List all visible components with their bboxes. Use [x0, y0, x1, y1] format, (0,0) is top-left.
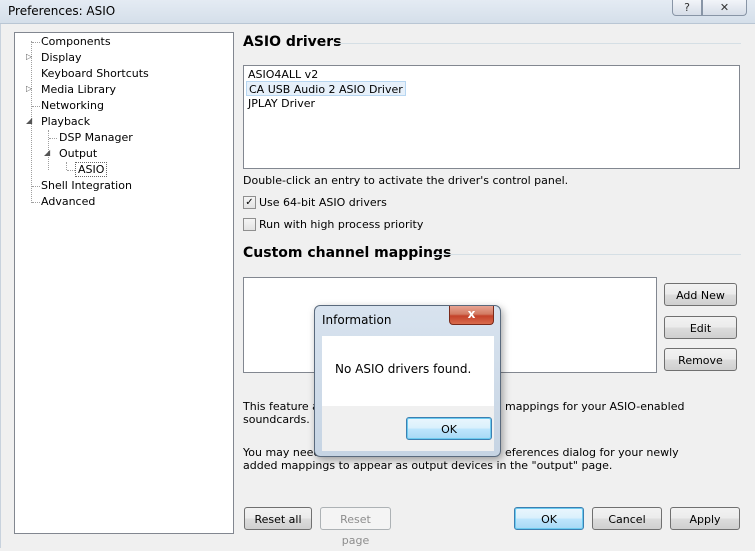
tree-item-shell-integration[interactable]: Shell Integration [39, 178, 134, 194]
use-64bit-checkbox[interactable]: ✓ [243, 196, 256, 209]
window-title: Preferences: ASIO [8, 4, 116, 18]
tree-item-label: Display [41, 51, 82, 64]
check-icon: ✓ [245, 197, 254, 208]
list-item-selected[interactable]: CA USB Audio 2 ASIO Driver [246, 81, 406, 96]
info-text-1: This feature all [243, 400, 326, 413]
tree-item-networking[interactable]: Networking [39, 98, 106, 114]
window-close-button[interactable]: ✕ [702, 0, 747, 16]
tree-item-media-library[interactable]: Media Library [39, 82, 118, 98]
tree-item-playback[interactable]: Playback [39, 114, 92, 130]
tree-item-components[interactable]: Components [39, 34, 113, 50]
tree-item-label: Keyboard Shortcuts [41, 67, 149, 80]
preferences-tree[interactable]: Components ▷ Display Keyboard Shortcuts … [14, 32, 234, 534]
close-icon: ✕ [719, 1, 730, 14]
asio-drivers-heading: ASIO drivers [243, 34, 342, 50]
window-titlebar: Preferences: ASIO ? ✕ [0, 0, 755, 24]
info-text-1-line2: soundcards. [243, 413, 310, 426]
expand-arrow-icon[interactable]: ▷ [26, 84, 36, 93]
help-icon: ? [684, 1, 690, 14]
tree-branch [67, 170, 75, 171]
tree-item-label: Advanced [41, 195, 96, 208]
driver-hint-text: Double-click an entry to activate the dr… [243, 174, 569, 187]
high-priority-label[interactable]: Run with high process priority [259, 218, 423, 231]
add-new-button[interactable]: Add New [664, 283, 737, 306]
dialog-message: No ASIO drivers found. [335, 362, 472, 376]
section-divider [338, 43, 741, 44]
high-priority-checkbox[interactable] [243, 218, 256, 231]
tree-item-label: Components [41, 35, 111, 48]
cancel-button[interactable]: Cancel [592, 507, 662, 530]
dialog-title: Information [322, 313, 392, 327]
list-item[interactable]: ASIO4ALL v2 [246, 67, 320, 82]
tree-item-label: DSP Manager [59, 131, 133, 144]
remove-button[interactable]: Remove [664, 348, 737, 371]
tree-item-label: Media Library [41, 83, 116, 96]
apply-button[interactable]: Apply [670, 507, 740, 530]
information-dialog: Information x No ASIO drivers found. OK [314, 305, 501, 457]
section-divider [434, 254, 741, 255]
tree-item-keyboard-shortcuts[interactable]: Keyboard Shortcuts [39, 66, 151, 82]
tree-item-label: Output [59, 147, 98, 160]
tree-item-asio[interactable]: ASIO [75, 162, 108, 178]
dialog-body: No ASIO drivers found. [322, 336, 494, 406]
tree-item-label: ASIO [75, 162, 108, 177]
ok-button[interactable]: OK [514, 507, 584, 530]
edit-button[interactable]: Edit [664, 316, 737, 339]
tree-item-display[interactable]: Display [39, 50, 84, 66]
asio-driver-list[interactable]: ASIO4ALL v2 CA USB Audio 2 ASIO Driver J… [243, 65, 740, 169]
help-button[interactable]: ? [672, 0, 702, 16]
tree-item-label: Shell Integration [41, 179, 132, 192]
tree-item-dsp-manager[interactable]: DSP Manager [57, 130, 135, 146]
collapse-arrow-icon[interactable]: ◢ [44, 148, 54, 157]
tree-output-connector [66, 162, 67, 170]
dialog-footer: OK [322, 406, 494, 451]
reset-all-button[interactable]: Reset all [244, 507, 312, 530]
dialog-ok-button[interactable]: OK [406, 417, 492, 440]
close-icon: x [467, 307, 476, 321]
channel-mappings-heading: Custom channel mappings [243, 245, 452, 261]
tree-branch [49, 138, 57, 139]
tree-item-output[interactable]: Output [57, 146, 99, 162]
info-text-2: You may need [243, 446, 321, 459]
info-text-1-cont: mappings for your ASIO-enabled [505, 400, 685, 413]
expand-arrow-icon[interactable]: ▷ [26, 52, 36, 61]
info-text-2-line2: added mappings to appear as output devic… [243, 459, 613, 472]
tree-item-advanced[interactable]: Advanced [39, 194, 97, 210]
info-text-2-cont: eferences dialog for your newly [505, 446, 679, 459]
use-64bit-label[interactable]: Use 64-bit ASIO drivers [259, 196, 387, 209]
list-item[interactable]: JPLAY Driver [246, 96, 317, 111]
dialog-close-button[interactable]: x [449, 306, 494, 325]
tree-item-label: Networking [41, 99, 104, 112]
reset-page-button[interactable]: Reset page [320, 507, 391, 547]
tree-item-label: Playback [41, 115, 91, 128]
collapse-arrow-icon[interactable]: ◢ [26, 116, 36, 125]
